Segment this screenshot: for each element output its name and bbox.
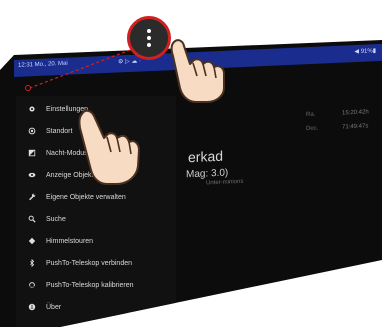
bluetooth-icon — [26, 257, 38, 269]
location-icon — [26, 125, 38, 137]
more-vertical-icon — [147, 28, 151, 49]
menu-label: Über — [46, 303, 62, 311]
status-icons: ⚙ ▷ ☁ · — [118, 58, 141, 66]
menu-item-anzeige-objektarten[interactable]: Anzeige Objektarten — [16, 164, 176, 186]
phone-screen: 12:31 Mo., 20. Mai ⚙ ▷ ☁ · ◀ 91%▮ Ra. 15… — [0, 40, 382, 327]
menu-item-standort[interactable]: Standort — [16, 120, 176, 142]
menu-label: PushTo-Teleskop verbinden — [46, 259, 132, 267]
menu-item-einstellungen[interactable]: Einstellungen — [16, 98, 176, 120]
night-mode-icon — [26, 147, 38, 159]
menu-label: Standort — [46, 127, 73, 135]
menu-label: Suche — [46, 215, 66, 223]
menu-item-ueber[interactable]: Über — [16, 296, 176, 318]
navigation-drawer: Einstellungen Standort Nacht-Modus Anzei… — [16, 96, 176, 327]
dec-value: 71:49:47s — [342, 123, 369, 131]
menu-item-pushto-kalibrieren[interactable]: PushTo-Teleskop kalibrieren — [16, 274, 176, 296]
sky-view[interactable]: Ra. 15:20:42h Dec. 71:49:47s erkad Mag: … — [170, 87, 382, 296]
search-icon — [26, 213, 38, 225]
object-magnitude: Mag: 3.0) — [186, 167, 229, 181]
menu-label: PushTo-Teleskop kalibrieren — [46, 281, 134, 289]
object-name: erkad — [188, 147, 224, 166]
menu-label: Nacht-Modus — [46, 149, 88, 157]
object-subtitle: Unter-minions — [206, 178, 244, 187]
menu-item-nacht-modus[interactable]: Nacht-Modus — [16, 142, 176, 164]
menu-label: Einstellungen — [46, 105, 89, 113]
wrench-icon — [26, 191, 38, 203]
info-icon — [26, 301, 38, 313]
calibrate-icon — [26, 279, 38, 291]
battery-indicator: ◀ 91%▮ — [354, 48, 376, 56]
status-time: 12:31 Mo., 20. Mai — [18, 60, 68, 69]
menu-label: Anzeige Objektarten — [46, 171, 110, 179]
ra-value: 15:20:42h — [342, 109, 369, 117]
status-bar: 12:31 Mo., 20. Mai ⚙ ▷ ☁ · ◀ 91%▮ — [14, 43, 382, 77]
menu-label: Eigene Objekte verwalten — [46, 193, 126, 201]
menu-item-suche[interactable]: Suche — [16, 208, 176, 230]
menu-item-himmelstouren[interactable]: Himmelstouren — [16, 230, 176, 252]
gear-icon — [26, 103, 38, 115]
menu-item-eigene-objekte[interactable]: Eigene Objekte verwalten — [16, 186, 176, 208]
menu-label: Himmelstouren — [46, 237, 94, 245]
overflow-menu-button[interactable] — [127, 16, 171, 60]
eye-icon — [26, 169, 38, 181]
ra-label: Ra. — [306, 111, 316, 119]
menu-item-pushto-verbinden[interactable]: PushTo-Teleskop verbinden — [16, 252, 176, 274]
tour-icon — [26, 235, 38, 247]
dec-label: Dec. — [306, 125, 319, 133]
